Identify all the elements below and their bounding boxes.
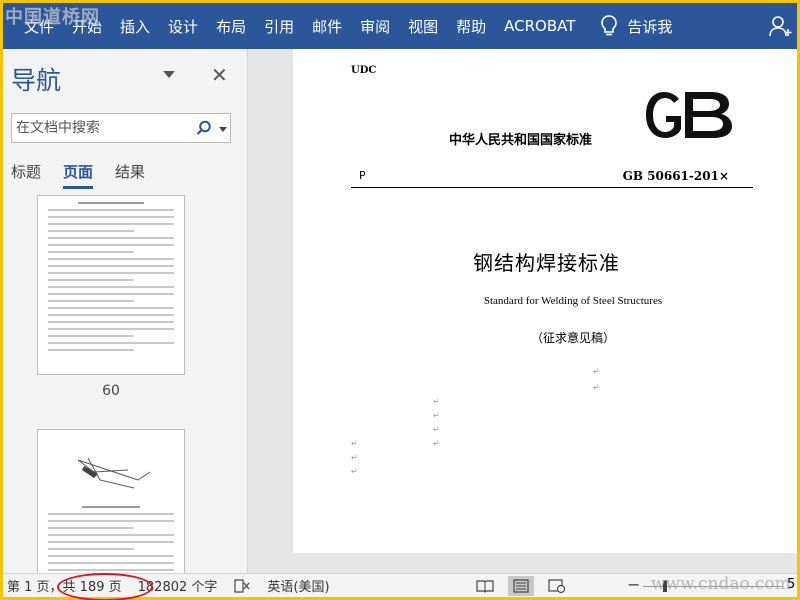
page-indicator[interactable]: 第 1 页， <box>7 576 63 595</box>
tab-layout[interactable]: 布局 <box>207 16 255 37</box>
tell-me-label: 告诉我 <box>627 17 673 36</box>
zoom-out-button[interactable]: − <box>627 575 640 594</box>
tab-file[interactable]: 文件 <box>15 16 63 37</box>
page-thumbnail[interactable] <box>37 195 185 375</box>
tab-results[interactable]: 结果 <box>115 161 145 189</box>
paragraph-mark: ↵ <box>433 397 440 406</box>
gb-logo: GB <box>646 92 732 138</box>
document-title: 钢结构焊接标准 <box>473 251 620 275</box>
paragraph-mark: ↵ <box>593 383 600 392</box>
paragraph-mark: ↵ <box>351 439 358 448</box>
figure-sketch <box>77 457 151 489</box>
nav-title: 导航 <box>11 66 62 95</box>
document-area: UDC GB 中华人民共和国国家标准 P GB 50661-201× 钢结构焊接… <box>249 49 797 573</box>
zoom-level[interactable]: 5 <box>787 577 795 592</box>
nav-search-box <box>11 113 231 143</box>
udc-label: UDC <box>351 65 377 76</box>
tab-acrobat[interactable]: ACROBAT <box>495 17 584 35</box>
paragraph-mark: ↵ <box>351 453 358 462</box>
draft-status: （征求意见稿） <box>530 331 615 345</box>
nav-scrollbar[interactable] <box>235 49 247 573</box>
tab-design[interactable]: 设计 <box>159 16 207 37</box>
page-thumbnail-label: 60 <box>102 383 120 399</box>
document-title-english: Standard for Welding of Steel Structures <box>483 295 663 307</box>
close-icon[interactable]: ✕ <box>211 63 228 87</box>
ribbon-tab-bar: 文件 开始 插入 设计 布局 引用 邮件 审阅 视图 帮助 ACROBAT 告诉… <box>3 3 797 49</box>
paragraph-mark: ↵ <box>351 467 358 476</box>
total-pages: 共 189 页 <box>62 580 122 595</box>
search-icon[interactable] <box>196 120 212 136</box>
tab-review[interactable]: 审阅 <box>351 16 399 37</box>
print-layout-icon[interactable] <box>507 575 534 596</box>
page-thumbnails: 60 <box>3 191 233 573</box>
country-standard: 中华人民共和国国家标准 <box>449 133 593 148</box>
search-options-dropdown[interactable] <box>219 127 227 132</box>
search-input[interactable] <box>12 120 182 136</box>
paragraph-mark: ↵ <box>433 425 440 434</box>
standard-number: GB 50661-201× <box>622 169 729 183</box>
tab-home[interactable]: 开始 <box>63 16 111 37</box>
tab-help[interactable]: 帮助 <box>447 16 495 37</box>
zoom-slider-thumb[interactable] <box>663 580 667 592</box>
lightbulb-icon <box>601 15 618 36</box>
tab-mailings[interactable]: 邮件 <box>303 16 351 37</box>
ccs-code: P <box>359 169 366 182</box>
language-indicator[interactable]: 英语(美国) <box>267 576 329 595</box>
tab-insert[interactable]: 插入 <box>111 16 159 37</box>
user-icon[interactable] <box>769 15 793 37</box>
tab-references[interactable]: 引用 <box>255 16 303 37</box>
paragraph-mark: ↵ <box>433 411 440 420</box>
word-count[interactable]: 182802 个字 <box>138 576 218 595</box>
paragraph-mark: ↵ <box>433 439 440 448</box>
nav-options-dropdown[interactable] <box>163 71 175 78</box>
web-layout-icon[interactable] <box>547 578 566 594</box>
tell-me-button[interactable]: 告诉我 <box>592 15 681 37</box>
header-rule <box>351 187 753 188</box>
document-page[interactable]: UDC GB 中华人民共和国国家标准 P GB 50661-201× 钢结构焊接… <box>293 49 797 553</box>
read-mode-icon[interactable] <box>475 578 494 594</box>
page-thumbnail[interactable] <box>37 429 185 573</box>
tab-pages[interactable]: 页面 <box>63 161 94 189</box>
navigation-pane: 导航 ✕ 标题 页面 结果 60 <box>3 49 248 573</box>
status-bar: 第 1 页， 共 189 页 182802 个字 英语(美国) <box>3 573 797 597</box>
paragraph-mark: ↵ <box>593 367 600 376</box>
proofing-icon[interactable] <box>233 578 251 594</box>
tab-headings[interactable]: 标题 <box>11 161 41 189</box>
nav-tabs: 标题 页面 结果 <box>11 161 167 189</box>
tab-view[interactable]: 视图 <box>399 16 447 37</box>
